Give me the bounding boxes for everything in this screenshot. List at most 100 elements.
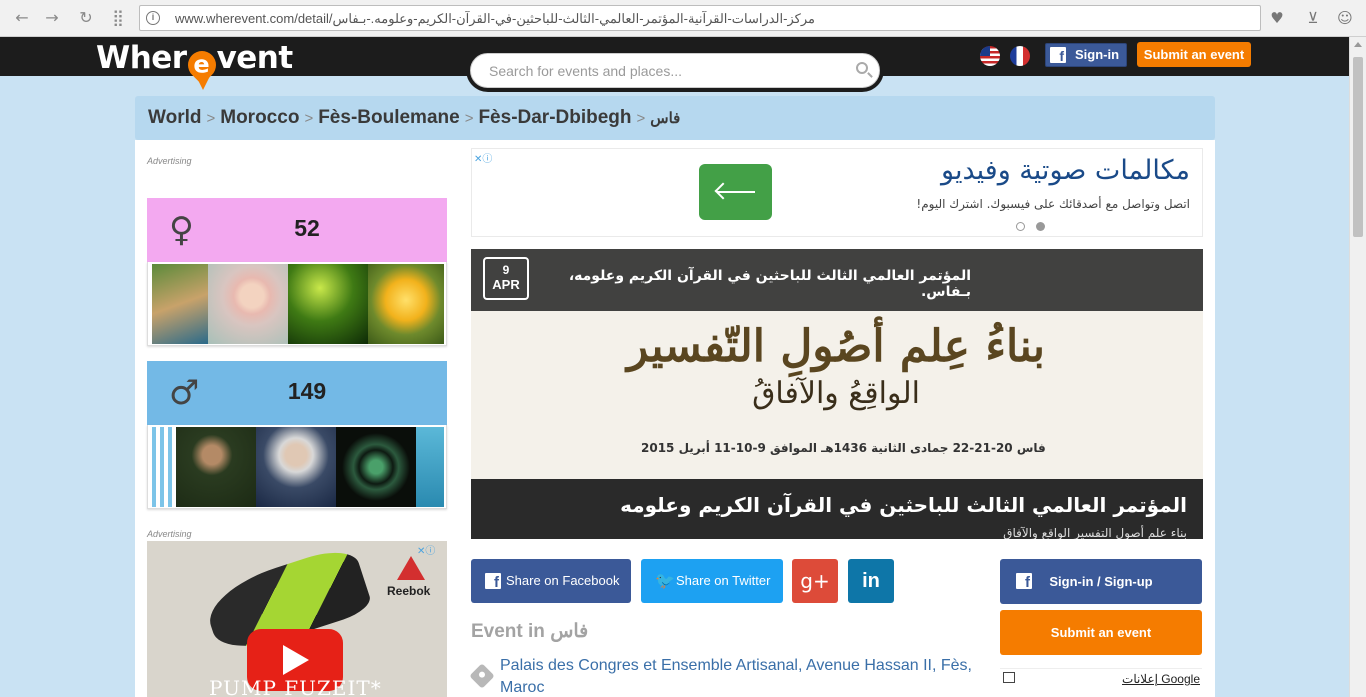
attendee-avatar[interactable] [152, 427, 176, 507]
banner-footer: المؤتمر العالمي الثالث للباحثين في القرآ… [471, 479, 1203, 539]
attendee-avatar[interactable] [176, 427, 256, 507]
event-banner[interactable]: بناءُ عِلم أصُولِ التّفسير الواقِعُ والآ… [471, 249, 1203, 539]
breadcrumb-separator: > [636, 110, 646, 127]
breadcrumb-morocco[interactable]: Morocco [220, 107, 299, 128]
attendee-avatar[interactable] [208, 264, 288, 344]
breadcrumb: World > Morocco > Fès-Boulemane > Fès-Dar-Dbib… [148, 107, 680, 129]
share-googleplus-button[interactable]: g+ [792, 559, 838, 603]
address-bar[interactable]: i www.wherevent.com/detail/مركز-الدراسات… [139, 5, 1261, 31]
ad-brand: Reebok [387, 584, 431, 598]
side-video-ad[interactable]: ✕ⓘ Reebok PUMP FUZEIT* [147, 541, 447, 697]
download-icon[interactable]: ⊻ [1303, 8, 1323, 28]
breadcrumb-fes-boulemane[interactable]: Fès-Boulemane [318, 107, 459, 128]
banner-art-line1: بناءُ عِلم أصُولِ التّفسير [627, 321, 1045, 372]
attendee-avatar[interactable] [368, 264, 444, 344]
facebook-icon: f [1050, 47, 1066, 64]
scroll-up-icon[interactable] [1354, 42, 1362, 47]
banner-artwork: بناءُ عِلم أصُولِ التّفسير الواقِعُ والآ… [601, 321, 1071, 411]
wherevent-logo[interactable]: Wher e vent [96, 40, 294, 85]
page-info-icon[interactable]: i [146, 11, 160, 25]
facebook-signin-button[interactable]: f Sign-in [1045, 43, 1127, 67]
advertising-label: Advertising [147, 529, 192, 539]
ad-subtitle: اتصل وتواصل مع أصدقائك على فيسبوك. اشترك… [916, 197, 1190, 211]
breadcrumb-world[interactable]: World [148, 107, 201, 128]
top-banner-ad[interactable]: ✕ⓘ مكالمات صوتية وفيديو اتصل وتواصل مع أ… [471, 148, 1203, 237]
facebook-icon [1016, 573, 1032, 592]
page-scrollbar[interactable] [1349, 37, 1366, 697]
reload-icon[interactable]: ↻ [76, 9, 96, 27]
female-header: ♀ 52 [147, 198, 447, 262]
breadcrumb-fes-dar-dbibegh[interactable]: Fès-Dar-Dbibegh [478, 107, 631, 128]
female-photos [147, 262, 447, 346]
female-attendees-block[interactable]: ♀ 52 [147, 198, 447, 346]
breadcrumb-bar: World > Morocco > Fès-Boulemane > Fès-Dar-Dbib… [135, 96, 1215, 140]
logo-text-left: Wher [96, 40, 187, 76]
logo-pin-letter: e [192, 50, 209, 79]
signin-signup-button[interactable]: Sign-in / Sign-up [1000, 559, 1202, 604]
ad-slogan: PUMP FUZEIT* [209, 676, 382, 697]
ad-title: مكالمات صوتية وفيديو [941, 155, 1190, 186]
attendee-avatar[interactable] [152, 264, 208, 344]
breadcrumb-separator: > [464, 110, 474, 127]
share-twitter-button[interactable]: 🐦 Share on Twitter [641, 559, 783, 603]
fr-flag-icon[interactable] [1010, 46, 1030, 66]
breadcrumb-current: فاس [650, 110, 681, 127]
breadcrumb-separator: > [206, 110, 216, 127]
arrow-left-icon[interactable] [699, 164, 772, 220]
apps-icon[interactable]: ⣿ [108, 9, 128, 27]
event-in-city[interactable]: فاس [550, 621, 588, 642]
logo-pin-tail [196, 76, 210, 90]
event-in-label: Event in [471, 621, 545, 642]
breadcrumb-separator: > [304, 110, 314, 127]
event-in-heading: Event in فاس [471, 620, 588, 643]
male-header: ♂ 149 [147, 361, 447, 425]
google-ads-bar: إعلانات Google [1000, 668, 1202, 697]
attendee-avatar[interactable] [336, 427, 416, 507]
submit-event-button[interactable]: Submit an event [1000, 610, 1202, 655]
bookmark-heart-icon[interactable]: ♥ [1267, 8, 1287, 28]
signin-signup-label: Sign-in / Sign-up [1049, 574, 1153, 589]
attendee-avatar[interactable] [416, 427, 444, 507]
event-address[interactable]: Palais des Congres et Ensemble Artisanal… [500, 655, 980, 697]
ad-choices-icon[interactable]: ✕ⓘ [474, 150, 492, 165]
url-text[interactable]: www.wherevent.com/detail/مركز-الدراسات-ا… [175, 11, 1250, 27]
advertising-label: Advertising [147, 156, 192, 166]
carousel-dot-active[interactable] [1036, 222, 1045, 231]
back-icon[interactable]: ← [12, 9, 32, 27]
twitter-bird-icon: 🐦 [655, 571, 675, 590]
share-linkedin-button[interactable]: in [848, 559, 894, 603]
scroll-thumb[interactable] [1353, 57, 1363, 237]
banner-art-line2: الواقِعُ والآفاقُ [752, 376, 920, 411]
attendee-avatar[interactable] [288, 264, 368, 344]
male-photos [147, 425, 447, 509]
search-icon[interactable] [856, 62, 868, 74]
banner-footer-subtitle: بناء علم أصول التفسير الواقع والآفاق [1003, 526, 1187, 539]
banner-header: 9 APR المؤتمر العالمي الثالث للباحثين في… [471, 249, 1203, 311]
search-input[interactable] [470, 53, 880, 88]
facebook-icon [485, 573, 501, 592]
logo-text-right: vent [216, 40, 294, 76]
us-flag-icon[interactable] [980, 46, 1000, 66]
female-count: 52 [294, 215, 320, 241]
extension-icon[interactable]: ☺ [1335, 8, 1355, 28]
share-facebook-label: Share on Facebook [506, 573, 620, 588]
male-count: 149 [287, 378, 327, 404]
forward-icon[interactable]: → [42, 9, 62, 27]
event-day: 9 [502, 263, 510, 277]
ad-choices-icon[interactable]: ✕ⓘ [417, 542, 435, 557]
attendee-avatar[interactable] [256, 427, 336, 507]
banner-footer-title: المؤتمر العالمي الثالث للباحثين في القرآ… [620, 493, 1187, 517]
share-facebook-button[interactable]: Share on Facebook [471, 559, 631, 603]
event-title: المؤتمر العالمي الثالث للباحثين في القرآ… [568, 268, 971, 300]
male-attendees-block[interactable]: ♂ 149 [147, 361, 447, 509]
google-ads-link[interactable]: إعلانات Google [1122, 672, 1200, 686]
event-date-badge: 9 APR [483, 257, 529, 300]
banner-art-date: فاس 20-21-22 جمادى الثانية 1436هـ المواف… [641, 441, 1046, 455]
signin-label: Sign-in [1075, 47, 1120, 62]
submit-event-header-button[interactable]: Submit an event [1137, 42, 1251, 67]
carousel-dot[interactable] [1016, 222, 1025, 231]
external-link-icon[interactable] [1003, 672, 1015, 683]
event-month: APR [492, 277, 520, 292]
reebok-logo-icon [397, 556, 425, 580]
share-twitter-label: Share on Twitter [676, 573, 771, 588]
